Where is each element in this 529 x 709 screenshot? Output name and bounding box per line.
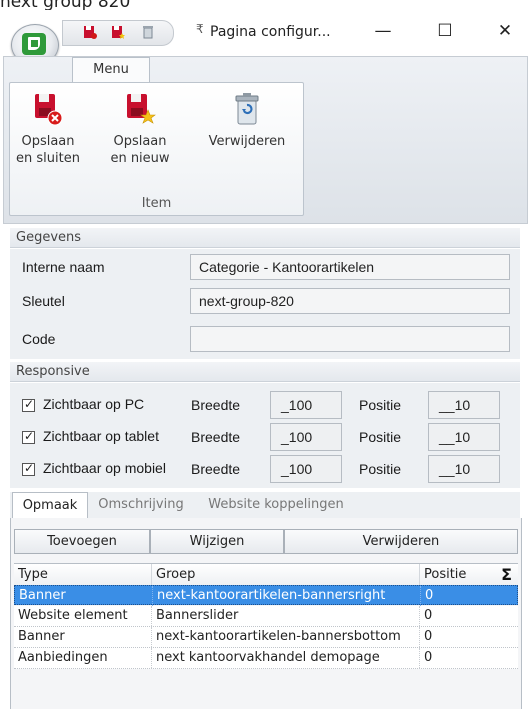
checkbox-visible-pc[interactable] (22, 397, 35, 412)
position-field-mobile[interactable]: __10 (428, 455, 500, 483)
sum-icon[interactable]: Σ (501, 565, 512, 584)
cell-position: 0 (425, 588, 434, 603)
label-visible-tablet: Zichtbaar op tablet (43, 428, 159, 444)
cell-position: 0 (424, 629, 433, 644)
column-header-type[interactable]: Type (14, 564, 152, 585)
width-field-tablet[interactable]: _100 (270, 423, 342, 451)
cell-type: Banner (15, 586, 153, 606)
label-position-tablet: Positie (359, 429, 402, 445)
table-row[interactable]: Banner next-kantoorartikelen-bannersbott… (14, 627, 518, 648)
gegevens-header: Gegevens (10, 228, 520, 248)
label-position-mobile: Positie (359, 461, 402, 477)
ribbon-group-label: Item (141, 196, 172, 211)
field-label-code: Code (22, 331, 56, 347)
responsive-panel: Zichtbaar op PC Breedte _100 Positie __1… (10, 383, 520, 488)
minimize-button[interactable]: — (360, 16, 406, 46)
close-button[interactable]: ✕ (482, 16, 528, 46)
tab-opmaak[interactable]: Opmaak (12, 492, 88, 519)
grid-header: Type Groep Positie Σ (14, 563, 518, 586)
tab-website-koppelingen[interactable]: Website koppelingen (196, 492, 356, 517)
delete-row-button[interactable]: Verwijderen (284, 529, 518, 554)
window-title: Pagina configur... (210, 24, 331, 40)
field-label-key: Sleutel (22, 293, 65, 309)
save-new-label-2: en nieuw (110, 151, 170, 166)
tab-menu[interactable]: Menu (72, 57, 150, 82)
save-new-button[interactable]: Opslaan en nieuw (108, 91, 172, 167)
checkbox-visible-tablet[interactable] (22, 429, 35, 444)
quick-access-dropdown[interactable]: ₹ (196, 22, 204, 36)
code-field[interactable] (190, 326, 510, 352)
label-position-pc: Positie (359, 397, 402, 413)
delete-button[interactable]: Verwijderen (202, 91, 292, 150)
tab-omschrijving[interactable]: Omschrijving (90, 492, 192, 517)
tab-strip: Opmaak Omschrijving Website koppelingen (10, 492, 520, 519)
quick-access-toolbar (62, 20, 174, 46)
delete-label: Verwijderen (208, 134, 286, 149)
width-field-pc[interactable]: _100 (270, 391, 342, 419)
table-row[interactable]: Banner next-kantoorartikelen-bannersrigh… (14, 585, 518, 606)
edit-button[interactable]: Wijzigen (150, 529, 284, 554)
responsive-header: Responsive (10, 362, 520, 382)
save-new-icon[interactable] (111, 25, 125, 39)
cell-type: Banner (14, 627, 152, 647)
save-close-button[interactable]: Opslaan en sluiten (16, 91, 80, 167)
label-width-mobile: Breedte (191, 461, 241, 477)
save-new-icon (124, 91, 156, 127)
add-button[interactable]: Toevoegen (14, 529, 150, 554)
save-close-icon[interactable] (83, 25, 97, 39)
cell-group: next kantoorvakhandel demopage (152, 648, 420, 668)
label-visible-pc: Zichtbaar op PC (43, 396, 145, 412)
key-field[interactable]: next-group-820 (190, 288, 510, 314)
trash-icon[interactable] (141, 25, 155, 39)
checkbox-visible-mobile[interactable] (22, 461, 35, 476)
internal-name-field[interactable]: Categorie - Kantoorartikelen (190, 254, 510, 280)
label-visible-mobile: Zichtbaar op mobiel (43, 460, 166, 476)
position-field-pc[interactable]: __10 (428, 391, 500, 419)
table-row[interactable]: Aanbiedingen next kantoorvakhandel demop… (14, 648, 518, 669)
column-header-group[interactable]: Groep (152, 564, 420, 585)
cell-group: next-kantoorartikelen-bannersright (153, 586, 421, 606)
save-close-label-1: Opslaan (21, 134, 75, 149)
cell-group: Bannerslider (152, 606, 420, 626)
save-new-label-1: Opslaan (113, 134, 167, 149)
table-row[interactable]: Website element Bannerslider 0 (14, 606, 518, 627)
field-label-internal-name: Interne naam (22, 259, 105, 275)
position-field-tablet[interactable]: __10 (428, 423, 500, 451)
label-width-tablet: Breedte (191, 429, 241, 445)
save-close-label-2: en sluiten (16, 151, 80, 166)
width-field-mobile[interactable]: _100 (270, 455, 342, 483)
cell-position: 0 (424, 608, 433, 623)
save-close-icon (32, 91, 64, 127)
ribbon-group-item: Opslaan en sluiten Opslaan en nieuw Verw… (9, 82, 304, 216)
cell-group: next-kantoorartikelen-bannersbottom (152, 627, 420, 647)
trash-icon (231, 91, 263, 127)
cell-position: 0 (424, 650, 433, 665)
app-logo-icon (22, 33, 46, 55)
gegevens-panel: Interne naam Categorie - Kantoorartikele… (10, 249, 520, 359)
cell-type: Aanbiedingen (14, 648, 152, 668)
label-width-pc: Breedte (191, 397, 241, 413)
maximize-button[interactable]: ☐ (422, 16, 468, 46)
cell-type: Website element (14, 606, 152, 626)
